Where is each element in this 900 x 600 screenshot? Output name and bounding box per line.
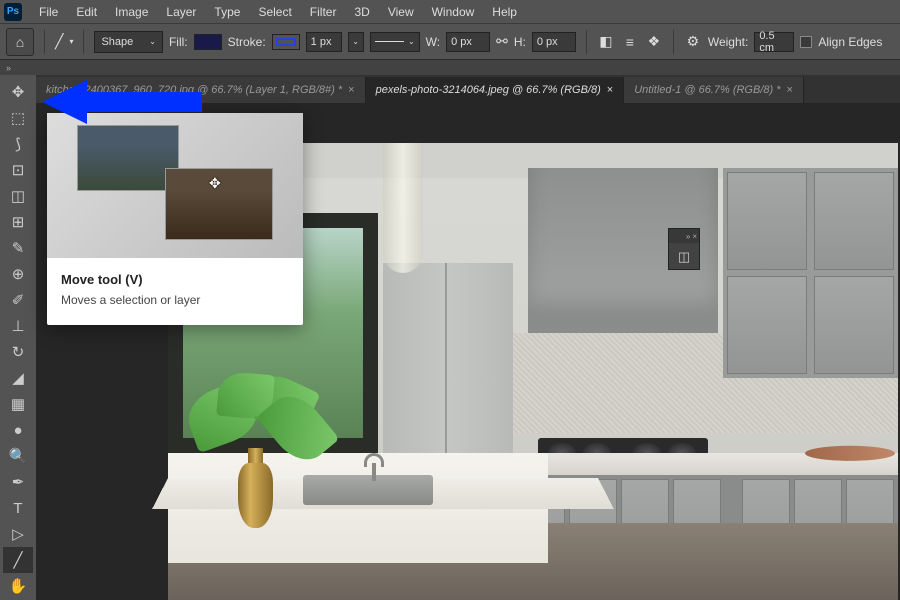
menu-3d[interactable]: 3D [345, 1, 378, 23]
path-ops-icon[interactable]: ◧ [597, 33, 615, 51]
brush-tool[interactable]: ✐ [3, 287, 33, 313]
tooltip-preview: ✥ [47, 113, 303, 258]
menu-filter[interactable]: Filter [301, 1, 346, 23]
marquee-tool[interactable]: ⬚ [3, 105, 33, 131]
width-input[interactable]: 0 px [446, 32, 490, 52]
height-input[interactable]: 0 px [532, 32, 576, 52]
line-tool-icon[interactable]: ╱ [55, 33, 63, 50]
menu-file[interactable]: File [30, 1, 67, 23]
stamp-tool[interactable]: ⊥ [3, 313, 33, 339]
stroke-swatch[interactable] [272, 34, 300, 50]
menu-help[interactable]: Help [483, 1, 526, 23]
collapse-strip[interactable]: » [0, 59, 900, 75]
align-edges-label: Align Edges [818, 35, 882, 49]
menu-edit[interactable]: Edit [67, 1, 106, 23]
tool-palette: ✥ ⬚ ⟆ ⊡ ◫ ⊞ ✎ ⊕ ✐ ⊥ ↻ ◢ ▦ ● 🔍 ✒ T ▷ ╱ ✋ [0, 75, 36, 600]
tab-untitled[interactable]: Untitled-1 @ 66.7% (RGB/8) *× [624, 77, 804, 103]
history-brush-tool[interactable]: ↻ [3, 339, 33, 365]
close-icon[interactable]: × [607, 84, 613, 96]
align-edges-checkbox[interactable] [800, 36, 812, 48]
line-shape-tool[interactable]: ╱ [3, 547, 33, 573]
tooltip-title: Move tool (V) [61, 272, 289, 287]
lasso-tool[interactable]: ⟆ [3, 131, 33, 157]
gradient-tool[interactable]: ▦ [3, 391, 33, 417]
home-button[interactable]: ⌂ [6, 28, 34, 56]
fill-label: Fill: [169, 35, 188, 49]
align-icon[interactable]: ≡ [621, 33, 639, 51]
options-bar: ⌂ ╱ ▾ Shape⌄ Fill: Stroke: 1 px ⌄ ⌄ W: 0… [0, 23, 900, 59]
type-tool[interactable]: T [3, 495, 33, 521]
weight-label: Weight: [708, 35, 748, 49]
shape-mode-select[interactable]: Shape⌄ [94, 31, 163, 53]
menu-image[interactable]: Image [106, 1, 157, 23]
collapse-icon[interactable]: » [686, 232, 690, 241]
path-select-tool[interactable]: ▷ [3, 521, 33, 547]
stroke-style-select[interactable]: ⌄ [370, 32, 420, 52]
healing-tool[interactable]: ⊕ [3, 261, 33, 287]
hand-tool[interactable]: ✋ [3, 573, 33, 599]
properties-icon[interactable]: ◫ [669, 243, 699, 271]
stroke-label: Stroke: [228, 35, 266, 49]
menu-type[interactable]: Type [205, 1, 249, 23]
tab-pexels[interactable]: pexels-photo-3214064.jpeg @ 66.7% (RGB/8… [366, 77, 625, 103]
menu-layer[interactable]: Layer [157, 1, 205, 23]
height-label: H: [514, 35, 526, 49]
home-icon: ⌂ [16, 34, 24, 50]
menu-view[interactable]: View [379, 1, 423, 23]
gear-icon[interactable]: ⚙ [684, 33, 702, 51]
collapsed-panel[interactable]: »× ◫ [668, 228, 700, 270]
stroke-width-input[interactable]: 1 px [306, 32, 342, 52]
move-tool[interactable]: ✥ [3, 79, 33, 105]
arrange-icon[interactable]: ❖ [645, 33, 663, 51]
app-logo[interactable]: Ps [4, 3, 22, 21]
close-icon[interactable]: × [787, 84, 793, 96]
move-cursor-icon: ✥ [209, 175, 221, 192]
close-icon[interactable]: × [692, 232, 697, 241]
close-icon[interactable]: × [348, 84, 354, 96]
eyedropper-tool[interactable]: ✎ [3, 235, 33, 261]
menu-select[interactable]: Select [249, 1, 300, 23]
tool-tooltip: ✥ Move tool (V) Moves a selection or lay… [47, 113, 303, 325]
menu-bar: Ps File Edit Image Layer Type Select Fil… [0, 0, 900, 23]
blur-tool[interactable]: ● [3, 417, 33, 443]
link-wh-icon[interactable]: ⚯ [496, 33, 508, 50]
width-label: W: [426, 35, 440, 49]
crop-tool[interactable]: ◫ [3, 183, 33, 209]
tooltip-description: Moves a selection or layer [61, 293, 289, 307]
weight-input[interactable]: 0.5 cm [754, 32, 794, 52]
quick-select-tool[interactable]: ⊡ [3, 157, 33, 183]
fill-swatch[interactable] [194, 34, 222, 50]
menu-window[interactable]: Window [423, 1, 484, 23]
pen-tool[interactable]: ✒ [3, 469, 33, 495]
frame-tool[interactable]: ⊞ [3, 209, 33, 235]
eraser-tool[interactable]: ◢ [3, 365, 33, 391]
stroke-width-dropdown[interactable]: ⌄ [348, 32, 364, 52]
dodge-tool[interactable]: 🔍 [3, 443, 33, 469]
